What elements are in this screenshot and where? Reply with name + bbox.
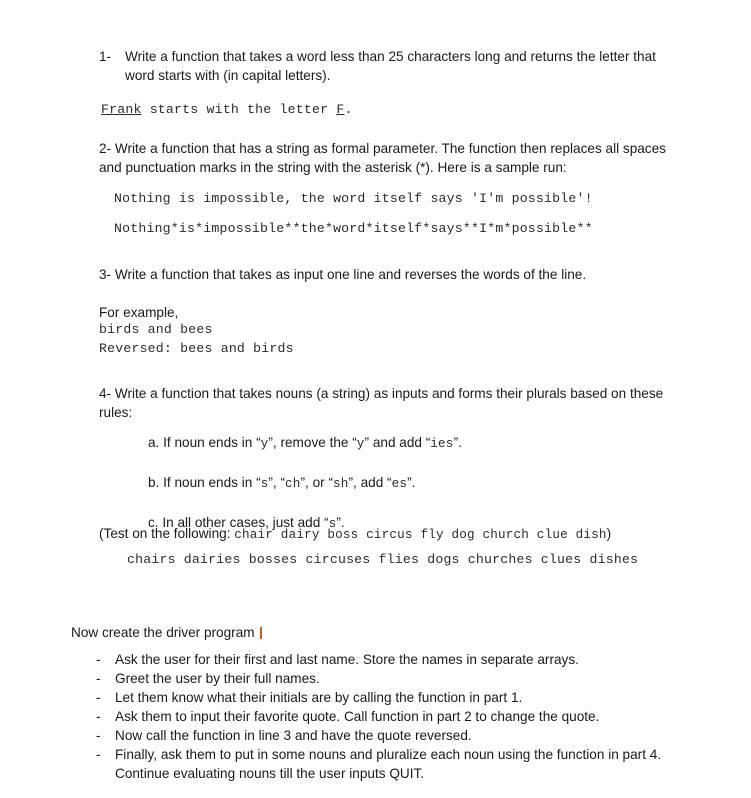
bullet-dash-icon: - [96,728,101,743]
question-1-text: Write a function that takes a word less … [125,49,656,83]
question-2-sample-input: Nothing is impossible, the word itself s… [114,191,593,206]
test-words: chair dairy boss circus fly dog church c… [234,528,607,542]
bullet-dash-icon: - [96,747,101,762]
document-page: 1- Write a function that takes a word le… [0,0,751,798]
rule-a-part4: ”. [453,435,462,450]
rule-b-part2: ”, “ [268,475,285,490]
rule-a-part3: ” and add “ [364,435,431,450]
question-2-number: 2- [99,141,112,156]
question-4-text: Write a function that takes nouns (a str… [99,386,664,420]
driver-program-heading: Now create the driver program [71,623,262,642]
test-close-paren: ) [606,526,612,541]
list-item-text: Finally, ask them to put in some nouns a… [115,747,662,781]
question-4-expected-plurals: chairs dairies bosses circuses flies dog… [127,552,639,567]
list-item: - Let them know what their initials are … [96,688,696,707]
question-4-number: 4- [99,386,112,401]
question-3-text: Write a function that takes as input one… [114,267,587,282]
question-1-sample-run: Frank starts with the letter F. [101,100,353,119]
rule-b-code3: sh [333,477,349,491]
list-item-text: Let them know what their initials are by… [115,690,523,705]
question-3: 3- Write a function that takes as input … [99,265,679,284]
list-item-text: Now call the function in line 3 and have… [115,728,472,743]
bullet-dash-icon: - [96,652,101,667]
rule-a-code3: ies [430,437,454,451]
question-4-test-line: (Test on the following: chair dairy boss… [99,524,611,545]
question-3-number: 3- [99,267,112,282]
rule-b-part4: ”, add “ [348,475,392,490]
question-4: 4- Write a function that takes nouns (a … [99,384,677,422]
sample-middle-text: starts with the letter [141,102,337,117]
driver-heading-text: Now create the driver program [71,625,255,640]
question-1-number: 1- [99,49,112,64]
question-4-rule-a: a. If noun ends in “y”, remove the “y” a… [148,433,462,454]
sample-word-frank: Frank [101,102,142,117]
bullet-dash-icon: - [96,709,101,724]
rule-b-part3: ”, or “ [300,475,333,490]
test-label: (Test on the following: [99,526,231,541]
rule-b-part1: If noun ends in “ [163,475,261,490]
question-2: 2- Write a function that has a string as… [99,139,677,177]
question-2-sample-output: Nothing*is*impossible**the*word*itself*s… [114,221,593,236]
list-item: - Now call the function in line 3 and ha… [96,726,696,745]
bullet-dash-icon: - [96,690,101,705]
question-2-text: Write a function that has a string as fo… [99,141,666,175]
list-item: - Greet the user by their full names. [96,669,696,688]
list-item: - Finally, ask them to put in some nouns… [96,745,696,783]
text-cursor-caret [259,627,262,639]
rule-b-code4: es [391,477,408,491]
list-item-text: Ask the user for their first and last na… [115,652,579,667]
question-3-example-input: birds and bees [99,322,213,337]
rule-a-label: a. [148,435,160,450]
list-item: - Ask them to input their favorite quote… [96,707,696,726]
rule-a-code2: y [356,437,365,451]
rule-b-part5: ”. [407,475,416,490]
list-item-text: Ask them to input their favorite quote. … [115,709,600,724]
driver-program-list: - Ask the user for their first and last … [96,650,696,783]
list-item: - Ask the user for their first and last … [96,650,696,669]
rule-a-part2: ”, remove the “ [268,435,357,450]
question-1: 1- Write a function that takes a word le… [99,47,687,85]
bullet-dash-icon: - [96,671,101,686]
question-4-rule-b: b. If noun ends in “s”, “ch”, or “sh”, a… [148,473,415,494]
rule-b-code2: ch [285,477,301,491]
question-3-example-output: Reversed: bees and birds [99,341,294,356]
sample-period: . [344,102,353,117]
rule-b-label: b. [148,475,160,490]
list-item-text: Greet the user by their full names. [115,671,320,686]
rule-a-part1: If noun ends in “ [163,435,261,450]
